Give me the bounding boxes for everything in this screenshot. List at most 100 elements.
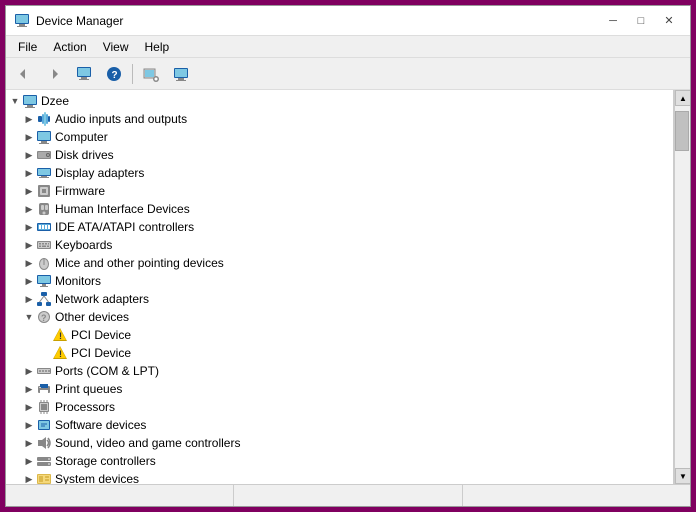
tree-item-monitors[interactable]: ▶ Monitors bbox=[6, 272, 673, 290]
other-icon: ? bbox=[36, 309, 52, 325]
menu-action[interactable]: Action bbox=[45, 38, 94, 56]
back-icon bbox=[17, 67, 31, 81]
expand-ide[interactable]: ▶ bbox=[22, 220, 36, 234]
toolbar: ? bbox=[6, 58, 690, 90]
expand-computer[interactable]: ▶ bbox=[22, 130, 36, 144]
disk-icon bbox=[36, 147, 52, 163]
processors-label: Processors bbox=[55, 400, 115, 414]
network-icon bbox=[36, 291, 52, 307]
scroll-up-button[interactable]: ▲ bbox=[675, 90, 690, 106]
expand-other[interactable]: ▼ bbox=[22, 310, 36, 324]
tree-item-keyboards[interactable]: ▶ Keyboards bbox=[6, 236, 673, 254]
system-label: System devices bbox=[55, 472, 139, 484]
print-icon bbox=[36, 381, 52, 397]
expand-ports[interactable]: ▶ bbox=[22, 364, 36, 378]
keyboards-label: Keyboards bbox=[55, 238, 112, 252]
help-icon: ? bbox=[106, 66, 122, 82]
scroll-thumb[interactable] bbox=[675, 111, 689, 151]
vertical-scrollbar[interactable]: ▲ ▼ bbox=[674, 90, 690, 484]
scroll-down-button[interactable]: ▼ bbox=[675, 468, 690, 484]
display-button[interactable] bbox=[167, 61, 195, 87]
content-area: ▼ Dzee ▶ bbox=[6, 90, 690, 484]
svg-text:!: ! bbox=[59, 349, 62, 359]
menu-help[interactable]: Help bbox=[137, 38, 178, 56]
menu-file[interactable]: File bbox=[10, 38, 45, 56]
menu-view[interactable]: View bbox=[95, 38, 137, 56]
title-left: Device Manager bbox=[14, 13, 123, 29]
print-label: Print queues bbox=[55, 382, 122, 396]
expand-audio[interactable]: ▶ bbox=[22, 112, 36, 126]
tree-item-hid[interactable]: ▶ Human Interface Devices bbox=[6, 200, 673, 218]
back-button[interactable] bbox=[10, 61, 38, 87]
expand-display[interactable]: ▶ bbox=[22, 166, 36, 180]
tree-item-firmware[interactable]: ▶ Firmware bbox=[6, 182, 673, 200]
hid-label: Human Interface Devices bbox=[55, 202, 190, 216]
tree-item-audio[interactable]: ▶ Audio inputs and outputs bbox=[6, 110, 673, 128]
device-manager-window: Device Manager ─ □ ✕ File Action View He… bbox=[5, 5, 691, 507]
ide-icon bbox=[36, 219, 52, 235]
display-label: Display adapters bbox=[55, 166, 144, 180]
expand-network[interactable]: ▶ bbox=[22, 292, 36, 306]
scan-button[interactable] bbox=[137, 61, 165, 87]
root-label: Dzee bbox=[41, 94, 69, 108]
tree-item-processors[interactable]: ▶ Processors bbox=[6, 398, 673, 416]
tree-item-ports[interactable]: ▶ Ports (COM & LPT) bbox=[6, 362, 673, 380]
status-bar bbox=[6, 484, 690, 506]
warning-icon-2: ! bbox=[52, 345, 68, 361]
scroll-track[interactable] bbox=[675, 106, 690, 468]
expand-monitors[interactable]: ▶ bbox=[22, 274, 36, 288]
tree-item-mice[interactable]: ▶ Mice and other pointing devices bbox=[6, 254, 673, 272]
expand-processors[interactable]: ▶ bbox=[22, 400, 36, 414]
expand-keyboards[interactable]: ▶ bbox=[22, 238, 36, 252]
forward-icon bbox=[47, 67, 61, 81]
tree-item-pci1[interactable]: ▶ ! PCI Device bbox=[6, 326, 673, 344]
network-label: Network adapters bbox=[55, 292, 149, 306]
computer-label: Computer bbox=[55, 130, 108, 144]
minimize-button[interactable]: ─ bbox=[600, 11, 626, 31]
tree-item-display[interactable]: ▶ Display adapters bbox=[6, 164, 673, 182]
expand-system[interactable]: ▶ bbox=[22, 472, 36, 484]
expand-mice[interactable]: ▶ bbox=[22, 256, 36, 270]
close-button[interactable]: ✕ bbox=[656, 11, 682, 31]
tree-item-disk[interactable]: ▶ Disk drives bbox=[6, 146, 673, 164]
tree-item-network[interactable]: ▶ Network adapters bbox=[6, 290, 673, 308]
expand-disk[interactable]: ▶ bbox=[22, 148, 36, 162]
tree-item-sound[interactable]: ▶ Sound, video and game controllers bbox=[6, 434, 673, 452]
tree-item-storage[interactable]: ▶ Storage controllers bbox=[6, 452, 673, 470]
expand-root[interactable]: ▼ bbox=[8, 94, 22, 108]
expand-software[interactable]: ▶ bbox=[22, 418, 36, 432]
mouse-icon bbox=[36, 255, 52, 271]
tree-item-print[interactable]: ▶ Print queues bbox=[6, 380, 673, 398]
expand-print[interactable]: ▶ bbox=[22, 382, 36, 396]
maximize-button[interactable]: □ bbox=[628, 11, 654, 31]
tree-item-system[interactable]: ▶ System devices bbox=[6, 470, 673, 484]
other-label: Other devices bbox=[55, 310, 129, 324]
device-tree[interactable]: ▼ Dzee ▶ bbox=[6, 90, 674, 484]
disk-label: Disk drives bbox=[55, 148, 114, 162]
forward-button[interactable] bbox=[40, 61, 68, 87]
tree-item-pci2[interactable]: ▶ ! PCI Device bbox=[6, 344, 673, 362]
tree-item-other[interactable]: ▼ ? Other devices bbox=[6, 308, 673, 326]
storage-icon bbox=[36, 453, 52, 469]
help-button[interactable]: ? bbox=[100, 61, 128, 87]
computer-device-icon bbox=[36, 129, 52, 145]
expand-sound[interactable]: ▶ bbox=[22, 436, 36, 450]
expand-hid[interactable]: ▶ bbox=[22, 202, 36, 216]
firmware-icon bbox=[36, 183, 52, 199]
properties-button[interactable] bbox=[70, 61, 98, 87]
ide-label: IDE ATA/ATAPI controllers bbox=[55, 220, 194, 234]
status-section-1 bbox=[6, 485, 234, 506]
tree-item-computer[interactable]: ▶ Computer bbox=[6, 128, 673, 146]
mice-label: Mice and other pointing devices bbox=[55, 256, 224, 270]
ports-label: Ports (COM & LPT) bbox=[55, 364, 159, 378]
expand-storage[interactable]: ▶ bbox=[22, 454, 36, 468]
keyboard-icon bbox=[36, 237, 52, 253]
storage-label: Storage controllers bbox=[55, 454, 156, 468]
tree-item-ide[interactable]: ▶ IDE ATA/ATAPI controllers bbox=[6, 218, 673, 236]
sound-label: Sound, video and game controllers bbox=[55, 436, 240, 450]
monitor-icon bbox=[36, 273, 52, 289]
svg-text:?: ? bbox=[41, 313, 47, 323]
tree-item-software[interactable]: ▶ Software devices bbox=[6, 416, 673, 434]
expand-firmware[interactable]: ▶ bbox=[22, 184, 36, 198]
tree-root[interactable]: ▼ Dzee bbox=[6, 92, 673, 110]
